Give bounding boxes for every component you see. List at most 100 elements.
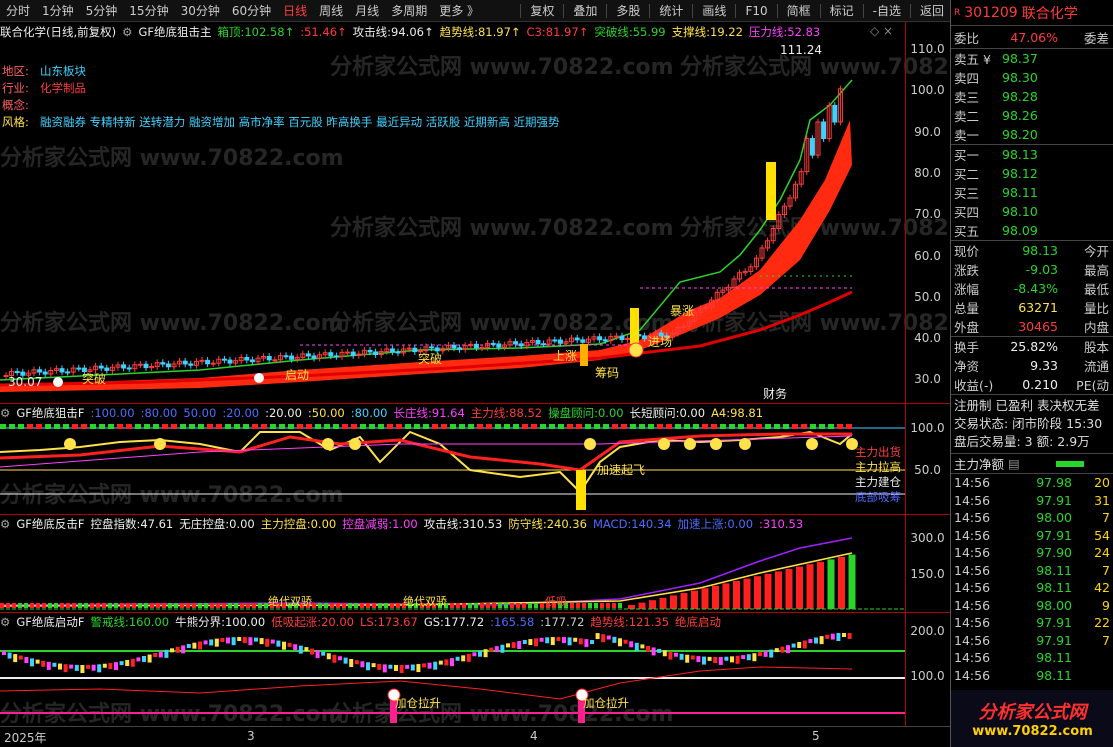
- axis-tick: 90.0: [914, 124, 941, 139]
- period-tab-10[interactable]: 更多 》: [433, 2, 485, 19]
- panel2-header: ⚙ GF绝底狙击F :100.00:80.00 50.00:20.00:20.00…: [0, 404, 905, 422]
- toolbar-button-4[interactable]: 画线: [696, 2, 732, 19]
- panel2-legend: 主力出货主力拉高主力建仓底部吸筹: [855, 445, 901, 504]
- toolbar-button-6[interactable]: 简框: [781, 2, 817, 19]
- after-hours: 盘后交易量: 3 额: 2.9万: [954, 434, 1090, 449]
- period-tab-6[interactable]: 日线: [277, 2, 313, 19]
- toolbar-button-5[interactable]: F10: [739, 4, 773, 18]
- settings-icon[interactable]: ⚙: [122, 25, 132, 39]
- indicator-value: 攻击线:94.06↑: [352, 25, 434, 39]
- indicator-value: A4:98.81: [711, 406, 764, 420]
- date-tick: 3: [247, 729, 255, 743]
- buy-level-1: 买一 98.13: [954, 147, 1038, 163]
- tick-row: 14:56 97.91 22: [954, 615, 1110, 631]
- tick-row: 14:56 98.11: [954, 667, 1072, 683]
- entry-icon: [628, 342, 644, 358]
- tick-row: 14:56 98.11 42: [954, 580, 1110, 596]
- panel-nav-icons[interactable]: ◇ ×: [870, 24, 893, 38]
- svg-text:分析家公式网 www.70822.com: 分析家公式网 www.70822.com: [0, 482, 344, 508]
- tick-row: 14:56 97.90 24: [954, 545, 1110, 561]
- tick-list[interactable]: 14:56 97.98 20 14:56 97.91 31 14:56 98.00 7 14:56…: [951, 473, 1113, 684]
- panel3-indicator-name[interactable]: GF绝底反击F: [16, 516, 84, 532]
- quote-panel: R 301209 联合化学 委比 47.06% 委差 卖五 ¥98.37 卖四 98…: [950, 0, 1113, 747]
- stat-row: 涨幅 -8.43% 最低: [954, 281, 1109, 297]
- panel2-indicator-name[interactable]: GF绝底狙击F: [16, 405, 84, 421]
- r-badge: R: [954, 7, 961, 18]
- svg-text:主力建仓: 主力建仓: [855, 475, 901, 489]
- stat-row: 现价 98.13 今开: [954, 243, 1109, 259]
- svg-text:分析家公式网 www.70822.com: 分析家公式网 www.70822.com: [330, 54, 674, 80]
- toolbar-button-1[interactable]: 叠加: [567, 2, 603, 19]
- period-tab-9[interactable]: 多周期: [385, 2, 433, 19]
- toolbar-button-7[interactable]: 标记: [824, 2, 860, 19]
- period-tab-3[interactable]: 15分钟: [123, 2, 174, 19]
- high-price-label: 111.24: [780, 43, 822, 57]
- period-tab-2[interactable]: 5分钟: [80, 2, 124, 19]
- panel4-header: ⚙ GF绝底启动F 警戒线:160.00 牛熊分界:100.00 低吸起涨:20.0…: [0, 613, 905, 631]
- panel3-chart[interactable]: 绝代双骄 绝代双骄 低吸: [0, 533, 905, 612]
- date-axis: 2025年 3 4 5: [0, 726, 950, 747]
- finance-marker[interactable]: 财务: [763, 386, 787, 401]
- panel4-indicator-name[interactable]: GF绝底启动F: [16, 614, 84, 630]
- toolbar-button-8[interactable]: -自选: [867, 2, 907, 19]
- buy-level-2: 买二 98.12: [954, 166, 1038, 182]
- indicator-value: :20.00: [265, 406, 302, 420]
- watermark: 分析家公式网 www.70822.com: [0, 482, 344, 508]
- stats-block: 现价 98.13 今开 涨跌 -9.03 最高 涨幅 -8.43% 最低 总量 63271 量比 外盘 3…: [951, 240, 1113, 336]
- signal-label: 加仓拉升: [395, 696, 441, 710]
- settings-icon[interactable]: ⚙: [0, 517, 10, 531]
- axis-tick: 100.0: [910, 83, 945, 98]
- panel4-chart[interactable]: 分析家公式网 www.70822.com 分析家公式网 www.70822.co…: [0, 631, 905, 726]
- flow-toggle-icon[interactable]: ▤: [1008, 456, 1020, 471]
- toolbar-button-2[interactable]: 多股: [610, 2, 646, 19]
- stock-name: 联合化学: [1021, 5, 1078, 22]
- main-kline-chart[interactable]: 分析家公式网 www.70822.com 分析家公式网 www.70822.co…: [0, 40, 950, 404]
- sell-level-1: 卖一 98.20: [954, 127, 1038, 143]
- svg-text:分析家公式网 www.70822.com: 分析家公式网 www.70822.com: [0, 310, 344, 336]
- svg-text:主力出货: 主力出货: [855, 445, 901, 459]
- panel4-values: 警戒线:160.00 牛熊分界:100.00 低吸起涨:20.00 LS:173.67…: [90, 614, 727, 630]
- indicator-value: :100.00: [90, 406, 135, 420]
- panel2-chart[interactable]: 分析家公式网 www.70822.com 加速起飞 主力出货主力拉高主力建仓底部…: [0, 422, 905, 514]
- sell-book: 卖五 ¥98.37 卖四 98.30 卖三 98.28 卖二 98.26 卖一 98.20: [951, 48, 1113, 144]
- toolbar-button-3[interactable]: 统计: [653, 2, 689, 19]
- toolbar-button-0[interactable]: 复权: [524, 2, 560, 19]
- period-tab-4[interactable]: 30分钟: [175, 2, 226, 19]
- panel2-values: :100.00:80.00 50.00:20.00:20.00:50.00:80.…: [90, 405, 769, 421]
- settings-icon[interactable]: ⚙: [0, 615, 10, 629]
- chip-label: 筹码: [595, 366, 619, 380]
- period-tab-7[interactable]: 周线: [313, 2, 349, 19]
- surge-label: 暴涨: [670, 303, 694, 318]
- panel3-values: 控盘指数:47.61 无庄控盘:0.00 主力控盘:0.00 控盘减弱:1.00 攻击线…: [90, 516, 809, 532]
- breakout-label: 突破: [82, 371, 106, 386]
- sell-level-5: 卖五 ¥98.37: [954, 51, 1038, 67]
- period-tab-1[interactable]: 1分钟: [36, 2, 80, 19]
- indicator-value: 牛熊分界:100.00: [175, 615, 266, 629]
- axis-tick: 40.0: [914, 331, 941, 346]
- indicator-value: :165.58: [490, 615, 535, 629]
- tag-line: 注册制 已盈利 表决权无差: [954, 398, 1100, 413]
- indicator-value: 无庄控盘:0.00: [179, 517, 255, 531]
- stat-row: 外盘 30465 内盘: [954, 319, 1109, 335]
- indicator-value: :50.00: [307, 406, 345, 420]
- date-tick: 5: [812, 729, 820, 743]
- indicator-value: 防守线:240.36: [508, 517, 587, 531]
- main-indicator-name[interactable]: GF绝底狙击主: [138, 24, 211, 40]
- start-label: 启动: [285, 368, 309, 382]
- buy-book: 买一 98.13 买二 98.12 买三 98.11 买四 98.10 买五 98.09: [951, 144, 1113, 240]
- tick-row: 14:56 97.91 54: [954, 527, 1110, 543]
- tick-row: 14:56 98.11 7: [954, 562, 1110, 578]
- trend-line: [0, 666, 853, 700]
- indicator-value: 低吸起涨:20.00: [271, 615, 354, 629]
- axis-tick: 100.0: [910, 421, 945, 435]
- signal-label: 绝代双骄: [268, 594, 312, 608]
- period-tab-0[interactable]: 分时: [0, 2, 36, 19]
- period-tab-5[interactable]: 60分钟: [226, 2, 277, 19]
- indicator-value: 压力线:52.83: [748, 25, 821, 39]
- entry-label: 进场: [648, 335, 672, 349]
- toolbar-button-9[interactable]: 返回: [914, 2, 950, 19]
- period-tab-8[interactable]: 月线: [349, 2, 385, 19]
- weibi-label: 委比: [954, 30, 980, 46]
- settings-icon[interactable]: ⚙: [0, 406, 10, 420]
- surge-bar: [576, 470, 586, 510]
